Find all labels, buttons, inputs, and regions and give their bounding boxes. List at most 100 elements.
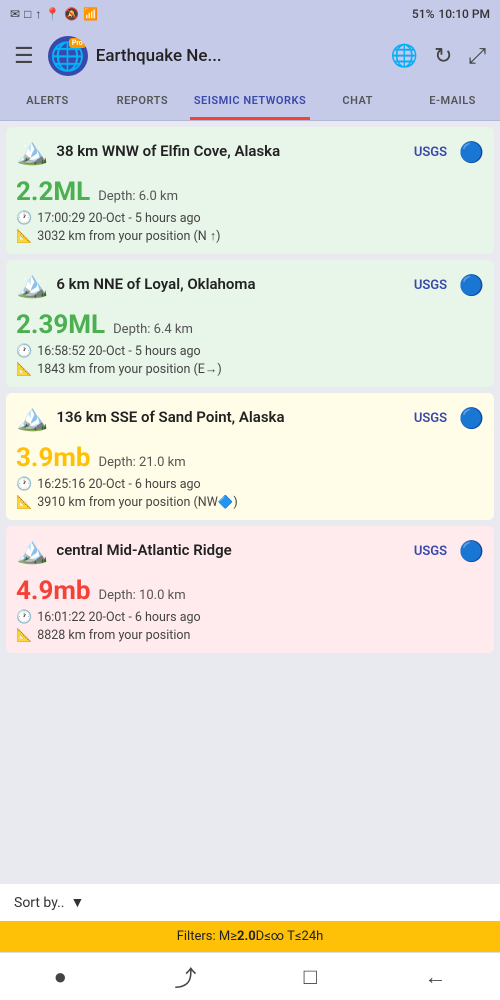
menu-icon[interactable]: ☰ [8, 38, 40, 75]
clock-icon: 🕐 [16, 477, 32, 492]
earthquake-card: 🏔️ central Mid-Atlantic Ridge USGS 🔵 4.9… [6, 526, 494, 653]
eq-source[interactable]: USGS [414, 411, 447, 426]
eq-distance-row: 📐 1843 km from your position (E→) [16, 362, 484, 377]
app-bar: ☰ 🌐 Pro Earthquake Ne... 🌐 ↻ ⤢ [0, 28, 500, 84]
eq-magnitude: 2.2ML [16, 177, 90, 207]
card-header: 🏔️ 38 km WNW of Elfin Cove, Alaska USGS … [6, 127, 494, 173]
back-icon[interactable]: ← [424, 964, 446, 990]
tab-bar: ALERTS REPORTS SEISMIC NETWORKS CHAT E-M… [0, 84, 500, 121]
clock-icon: 🕐 [16, 211, 32, 226]
tab-emails[interactable]: E-MAILS [405, 84, 500, 120]
eq-source[interactable]: USGS [414, 145, 447, 160]
share-icon[interactable]: 🔵 [459, 140, 484, 164]
time-text: 10:10 PM [438, 7, 490, 21]
card-header: 🏔️ 6 km NNE of Loyal, Oklahoma USGS 🔵 [6, 260, 494, 306]
nav-bar: ● ⤴ □ ← [0, 952, 500, 1000]
card-body: 3.9mb Depth: 21.0 km 🕐 16:25:16 20-Oct -… [6, 439, 494, 520]
app-title: Earthquake Ne... [96, 46, 377, 66]
msg-icon: ✉ [10, 7, 20, 21]
mute-icon: 🔕 [64, 7, 79, 21]
eq-magnitude: 2.39ML [16, 310, 105, 340]
eq-location[interactable]: 136 km SSE of Sand Point, Alaska [56, 408, 405, 428]
eq-location[interactable]: central Mid-Atlantic Ridge [56, 541, 405, 561]
eq-distance-row: 📐 3910 km from your position (NW🔷) [16, 495, 484, 510]
app-logo: 🌐 Pro [48, 36, 88, 76]
earthquake-card: 🏔️ 38 km WNW of Elfin Cove, Alaska USGS … [6, 127, 494, 254]
eq-depth: Depth: 6.0 km [98, 189, 178, 204]
upload-icon: ↑ [35, 7, 41, 21]
share-icon[interactable]: 🔵 [459, 539, 484, 563]
eq-distance: 3910 km from your position (NW🔷) [37, 495, 238, 510]
location-icon: 📍 [45, 7, 60, 21]
eq-distance-row: 📐 8828 km from your position [16, 628, 484, 643]
earthquake-card: 🏔️ 136 km SSE of Sand Point, Alaska USGS… [6, 393, 494, 520]
clock-icon: 🕐 [16, 610, 32, 625]
card-header: 🏔️ 136 km SSE of Sand Point, Alaska USGS… [6, 393, 494, 439]
eq-time: 17:00:29 20-Oct - 5 hours ago [37, 211, 200, 226]
eq-depth: Depth: 10.0 km [99, 588, 186, 603]
card-body: 2.2ML Depth: 6.0 km 🕐 17:00:29 20-Oct - … [6, 173, 494, 254]
eq-time: 16:01:22 20-Oct - 6 hours ago [37, 610, 200, 625]
filter-text: Filters: M≥2.0D≤∞ T≤24h [177, 929, 324, 944]
tab-seismic-networks[interactable]: SEISMIC NETWORKS [190, 84, 310, 120]
earthquake-card: 🏔️ 6 km NNE of Loyal, Oklahoma USGS 🔵 2.… [6, 260, 494, 387]
globe-action-icon[interactable]: 🌐 [385, 38, 424, 75]
eq-time-row: 🕐 16:25:16 20-Oct - 6 hours ago [16, 477, 484, 492]
eq-source[interactable]: USGS [414, 544, 447, 559]
eq-time-row: 🕐 16:58:52 20-Oct - 5 hours ago [16, 344, 484, 359]
filter-mag: 2.0 [237, 929, 256, 944]
sort-chevron-icon[interactable]: ▼ [71, 894, 85, 911]
status-bar: ✉ □ ↑ 📍 🔕 📶 51% 10:10 PM [0, 0, 500, 28]
eq-distance: 8828 km from your position [37, 628, 190, 643]
compass-icon: 📐 [16, 495, 32, 510]
magnitude-row: 4.9mb Depth: 10.0 km [16, 576, 484, 606]
eq-time-row: 🕐 17:00:29 20-Oct - 5 hours ago [16, 211, 484, 226]
home-icon[interactable]: ● [54, 964, 67, 990]
eq-location[interactable]: 38 km WNW of Elfin Cove, Alaska [56, 142, 405, 162]
compass-icon: 📐 [16, 362, 32, 377]
card-body: 2.39ML Depth: 6.4 km 🕐 16:58:52 20-Oct -… [6, 306, 494, 387]
magnitude-row: 2.39ML Depth: 6.4 km [16, 310, 484, 340]
eq-time: 16:25:16 20-Oct - 6 hours ago [37, 477, 200, 492]
tab-reports[interactable]: REPORTS [95, 84, 190, 120]
sort-label[interactable]: Sort by.. [14, 895, 65, 911]
earthquake-icon: 🏔️ [16, 270, 48, 300]
earthquake-icon: 🏔️ [16, 536, 48, 566]
share-icon[interactable]: 🔵 [459, 273, 484, 297]
eq-depth: Depth: 6.4 km [113, 322, 193, 337]
app-bar-actions: 🌐 ↻ ⤢ [385, 38, 492, 75]
wifi-icon: 📶 [83, 7, 98, 21]
eq-depth: Depth: 21.0 km [99, 455, 186, 470]
eq-time: 16:58:52 20-Oct - 5 hours ago [37, 344, 200, 359]
eq-source[interactable]: USGS [414, 278, 447, 293]
compass-icon: 📐 [16, 628, 32, 643]
magnitude-row: 2.2ML Depth: 6.0 km [16, 177, 484, 207]
tab-alerts[interactable]: ALERTS [0, 84, 95, 120]
refresh-icon[interactable]: ↻ [428, 38, 458, 75]
clock-icon: 🕐 [16, 344, 32, 359]
compass-icon: 📐 [16, 229, 32, 244]
sort-bar: Sort by.. ▼ [0, 884, 500, 921]
eq-magnitude: 4.9mb [16, 576, 91, 606]
status-right: 51% 10:10 PM [412, 7, 490, 21]
eq-time-row: 🕐 16:01:22 20-Oct - 6 hours ago [16, 610, 484, 625]
expand-icon[interactable]: ⤢ [462, 38, 492, 75]
eq-distance-row: 📐 3032 km from your position (N ↑) [16, 229, 484, 244]
battery-text: 51% [412, 7, 434, 21]
share-icon[interactable]: 🔵 [459, 406, 484, 430]
eq-magnitude: 3.9mb [16, 443, 91, 473]
status-left-icons: ✉ □ ↑ 📍 🔕 📶 [10, 7, 98, 21]
screen-icon: □ [24, 7, 31, 21]
eq-location[interactable]: 6 km NNE of Loyal, Oklahoma [56, 275, 405, 295]
filter-bar[interactable]: Filters: M≥2.0D≤∞ T≤24h [0, 921, 500, 952]
recents-icon[interactable]: □ [304, 964, 317, 990]
card-body: 4.9mb Depth: 10.0 km 🕐 16:01:22 20-Oct -… [6, 572, 494, 653]
earthquake-icon: 🏔️ [16, 137, 48, 167]
eq-distance: 3032 km from your position (N ↑) [37, 229, 220, 244]
back-app-icon[interactable]: ⤴ [174, 961, 196, 993]
card-header: 🏔️ central Mid-Atlantic Ridge USGS 🔵 [6, 526, 494, 572]
earthquake-icon: 🏔️ [16, 403, 48, 433]
magnitude-row: 3.9mb Depth: 21.0 km [16, 443, 484, 473]
tab-chat[interactable]: CHAT [310, 84, 405, 120]
eq-distance: 1843 km from your position (E→) [37, 362, 222, 377]
